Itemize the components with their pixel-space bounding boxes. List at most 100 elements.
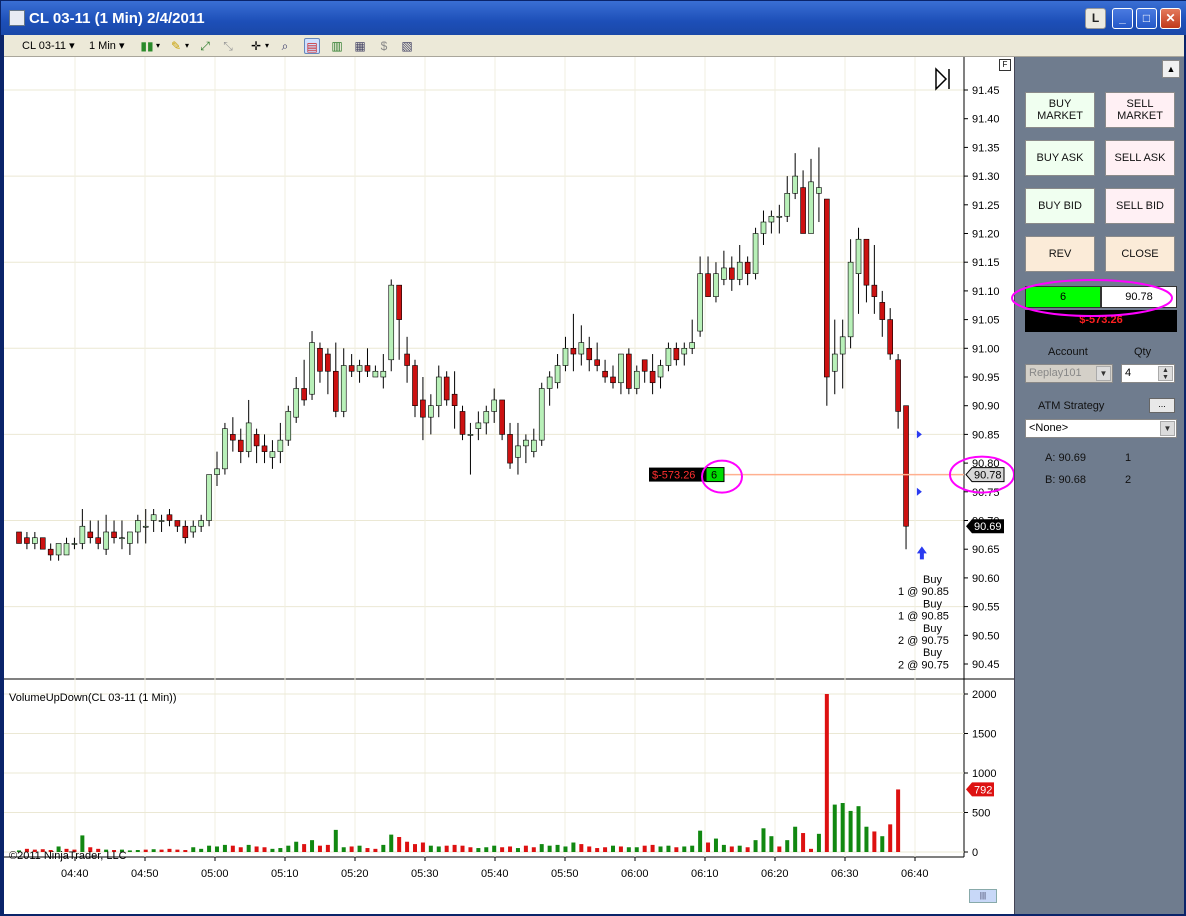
volume-bar	[238, 847, 243, 852]
quantity-stepper[interactable]: 4 ▲ ▼	[1121, 364, 1175, 383]
price-tick-label: 91.15	[972, 257, 1000, 269]
close-position-button[interactable]: CLOSE	[1105, 236, 1175, 272]
pencil-dropdown-icon[interactable]: ▾	[185, 37, 189, 55]
zoom-in-icon[interactable]: ⤢	[197, 38, 213, 54]
close-button[interactable]: ✕	[1160, 8, 1181, 29]
candle-body	[523, 439, 529, 447]
stepper-arrows-icon[interactable]: ▲ ▼	[1158, 366, 1173, 381]
volume-bar	[135, 850, 140, 852]
position-qty-text: 6	[711, 470, 717, 482]
price-tick-label: 91.05	[972, 315, 1000, 327]
candle-body	[895, 359, 901, 412]
position-pnl-text: $-573.26	[652, 470, 695, 482]
volume-bar	[175, 849, 180, 852]
reverse-button[interactable]: REV	[1025, 236, 1095, 272]
candle-body	[142, 525, 149, 528]
atm-strategy-button[interactable]: ...	[1149, 398, 1175, 413]
f-button[interactable]: F	[999, 59, 1011, 71]
price-chart[interactable]: 91.45 91.40 91.35 91.30 91.25 91.20 91.15 91.10…	[4, 57, 1014, 914]
volume-bar	[848, 810, 853, 852]
data-box-icon[interactable]: ⌕	[277, 38, 293, 54]
candle-body	[372, 370, 379, 378]
chart-area[interactable]: 91.45 91.40 91.35 91.30 91.25 91.20 91.15 91.10…	[4, 57, 1014, 914]
candle-body	[657, 365, 664, 378]
pencil-icon[interactable]: ✎	[168, 38, 184, 54]
candle-body	[79, 525, 86, 544]
candle-body	[301, 388, 307, 401]
volume-bar	[840, 803, 845, 852]
candle-body	[24, 537, 30, 544]
volume-bar	[801, 833, 806, 852]
candle-body	[388, 284, 395, 361]
crosshair-dropdown-icon[interactable]: ▾	[265, 37, 269, 55]
minimize-button[interactable]: _	[1112, 8, 1133, 29]
volume-bar	[880, 836, 885, 852]
volume-bar	[436, 846, 441, 852]
instrument-selector[interactable]: CL 03-11 ▾	[22, 37, 75, 55]
title-bar[interactable]: CL 03-11 (1 Min) 2/4/2011 L _ □ ✕	[1, 1, 1186, 35]
volume-bar	[207, 845, 212, 852]
candle-body	[618, 353, 624, 384]
volume-bar	[199, 848, 204, 852]
volume-bar	[373, 848, 378, 852]
volume-bar	[341, 847, 346, 852]
atm-strategy-select[interactable]: <None> ▼	[1025, 419, 1177, 438]
account-select[interactable]: Replay101 ▼	[1025, 364, 1113, 383]
candle-body	[633, 370, 640, 389]
sell-bid-button[interactable]: SELL BID	[1105, 188, 1175, 224]
chart-trader-icon[interactable]: ▤	[304, 38, 320, 54]
candle-body	[681, 347, 688, 355]
price-tick-label: 91.20	[972, 229, 1000, 241]
horizontal-scroll-thumb[interactable]: |||	[969, 889, 997, 903]
execution-label: Buy	[923, 623, 942, 635]
candle-body	[546, 376, 553, 389]
candle-body	[245, 422, 252, 452]
interval-selector[interactable]: 1 Min ▾	[89, 37, 124, 55]
volume-bar	[317, 845, 322, 852]
candle-body	[752, 233, 759, 274]
candle-body	[530, 439, 537, 452]
layout-button[interactable]: L	[1085, 8, 1106, 29]
buy-bid-button[interactable]: BUY BID	[1025, 188, 1095, 224]
volume-bar	[484, 847, 489, 852]
atm-strategy-label: ATM Strategy	[1038, 400, 1105, 412]
volume-tick-label: 500	[972, 808, 990, 820]
candle-body	[800, 187, 806, 234]
volume-bar	[452, 844, 457, 852]
sell-market-button[interactable]: SELL MARKET	[1105, 92, 1175, 128]
bar-type-dropdown-icon[interactable]: ▾	[156, 37, 160, 55]
execution-label: 2 @ 90.75	[898, 635, 949, 647]
strategies-icon[interactable]: ▦	[352, 38, 368, 54]
chevron-down-icon[interactable]: ▼	[1096, 366, 1111, 381]
chevron-down-icon[interactable]: ▼	[1160, 421, 1175, 436]
candle-body	[39, 537, 46, 550]
volume-bar	[785, 840, 790, 852]
buy-ask-button[interactable]: BUY ASK	[1025, 140, 1095, 176]
candle-body	[206, 474, 212, 521]
volume-bar	[523, 845, 528, 852]
zoom-out-icon[interactable]: ⤡	[220, 38, 236, 54]
sell-ask-button[interactable]: SELL ASK	[1105, 140, 1175, 176]
time-tick-label: 05:30	[411, 868, 439, 880]
bar-type-icon[interactable]: ▮▮	[139, 38, 155, 54]
volume-bar	[856, 806, 861, 852]
execution-marker	[916, 487, 922, 496]
annotation-circle-position	[1011, 279, 1173, 317]
candle-body	[63, 543, 70, 556]
time-tick-label: 05:40	[481, 868, 509, 880]
buy-market-button[interactable]: BUY MARKET	[1025, 92, 1095, 128]
indicators-icon[interactable]: ▥	[329, 38, 345, 54]
candle-body	[847, 261, 854, 338]
panel-collapse-icon[interactable]: ▲	[1162, 60, 1180, 78]
candle-body	[269, 451, 276, 458]
crosshair-icon[interactable]: ✛	[248, 38, 264, 54]
time-tick-label: 04:50	[131, 868, 159, 880]
maximize-button[interactable]: □	[1136, 8, 1157, 29]
volume-bar	[745, 847, 750, 852]
price-tick-label: 91.10	[972, 286, 1000, 298]
candle-body	[356, 365, 363, 372]
dollar-icon[interactable]: $	[376, 38, 392, 54]
candle-body	[277, 439, 284, 452]
properties-icon[interactable]: ▧	[399, 38, 415, 54]
time-tick-label: 06:20	[761, 868, 789, 880]
